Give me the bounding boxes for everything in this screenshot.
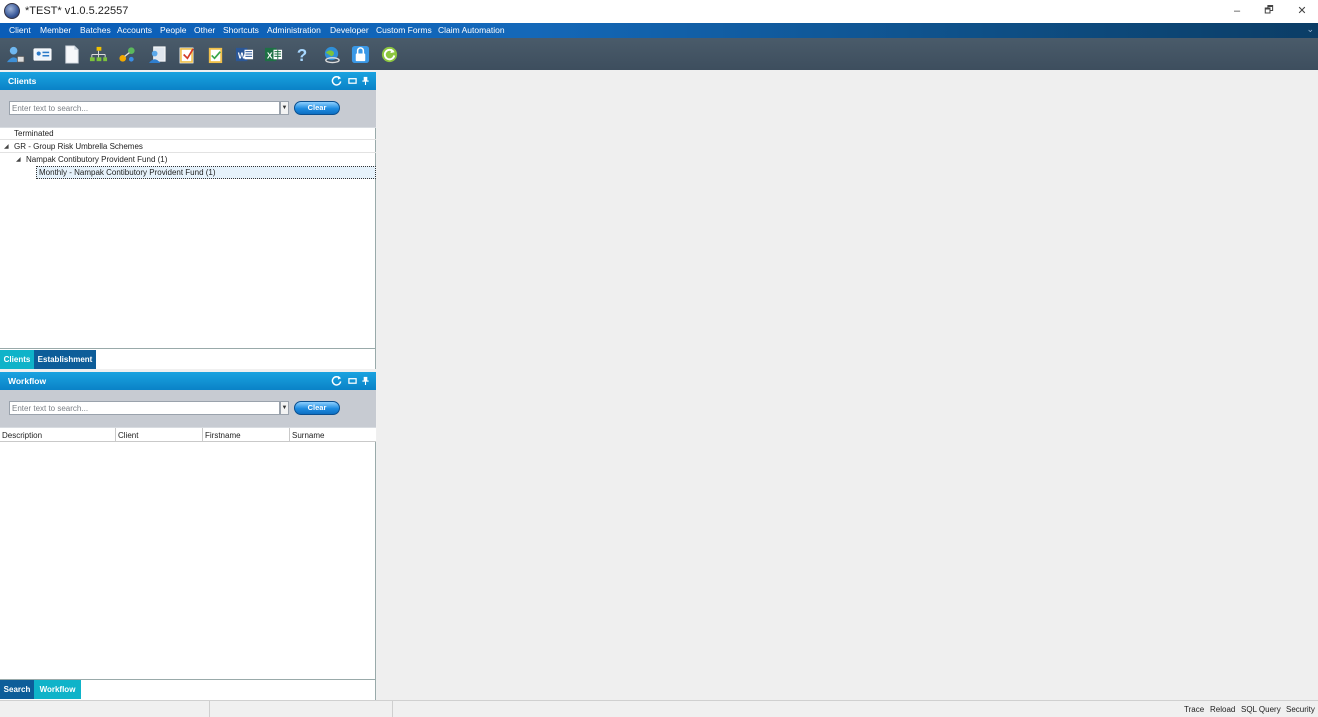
toolbar: W X ?	[0, 38, 1318, 70]
globe-logo-icon	[4, 3, 20, 19]
tab-clients[interactable]: Clients	[0, 350, 34, 369]
divider	[0, 152, 376, 153]
main-content-area	[377, 70, 1318, 700]
tree-item-gr-group-risk[interactable]: GR - Group Risk Umbrella Schemes	[14, 142, 143, 151]
workflow-icon[interactable]	[118, 45, 137, 64]
close-button[interactable]: ✕	[1287, 3, 1317, 19]
status-link-security[interactable]: Security	[1286, 705, 1315, 714]
word-icon[interactable]: W	[235, 45, 254, 64]
workflow-clear-button[interactable]: Clear	[294, 401, 340, 415]
refresh-icon[interactable]	[380, 45, 399, 64]
tab-establishment[interactable]: Establishment	[34, 350, 96, 369]
workflow-column-headers: Description Client Firstname Surname	[0, 427, 376, 442]
pin-icon[interactable]	[361, 76, 370, 85]
window-title: *TEST* v1.0.5.22557	[25, 5, 129, 17]
menu-client[interactable]: Client	[9, 25, 31, 35]
divider	[0, 139, 376, 140]
clients-clear-button[interactable]: Clear	[294, 101, 340, 115]
workflow-panel-header: Workflow	[0, 372, 376, 390]
tree-item-nampak-fund[interactable]: Nampak Contibutory Provident Fund (1)	[26, 155, 167, 164]
status-segment	[0, 701, 210, 717]
restore-button[interactable]: 🗗	[1254, 3, 1284, 19]
clients-tabstrip: Clients Establishment	[0, 350, 376, 369]
lock-icon[interactable]	[351, 45, 370, 64]
divider	[0, 348, 376, 349]
clients-panel-title: Clients	[8, 76, 37, 86]
expand-arrow-icon[interactable]: ◢	[16, 156, 21, 163]
clients-search-input[interactable]: Enter text to search...	[9, 101, 280, 115]
menu-bar: Client Member Batches Accounts People Ot…	[0, 23, 1318, 38]
help-icon[interactable]: ?	[293, 45, 312, 64]
menu-claim-automation[interactable]: Claim Automation	[438, 25, 505, 35]
workflow-tabstrip: Search Workflow	[0, 680, 376, 699]
status-link-sql-query[interactable]: SQL Query	[1241, 705, 1281, 714]
minimize-panel-icon[interactable]	[348, 76, 357, 85]
document-icon[interactable]	[62, 45, 81, 64]
status-link-trace[interactable]: Trace	[1184, 705, 1204, 714]
user-export-icon[interactable]	[148, 45, 167, 64]
clients-search-band: Enter text to search... ▼ Clear	[0, 90, 376, 127]
minimize-panel-icon[interactable]	[348, 376, 357, 385]
workflow-search-input[interactable]: Enter text to search...	[9, 401, 280, 415]
tab-search[interactable]: Search	[0, 680, 34, 699]
column-header-description[interactable]: Description	[0, 428, 116, 442]
chevron-down-icon[interactable]: ▼	[280, 101, 289, 115]
clients-panel: Clients Enter text to search... ▼ Clear …	[0, 72, 376, 369]
menu-member[interactable]: Member	[40, 25, 71, 35]
workflow-panel-title: Workflow	[8, 376, 47, 386]
id-card-icon[interactable]	[33, 45, 52, 64]
menu-batches[interactable]: Batches	[80, 25, 111, 35]
menu-shortcuts[interactable]: Shortcuts	[223, 25, 259, 35]
column-header-firstname[interactable]: Firstname	[203, 428, 290, 442]
chevron-down-icon[interactable]: ⌄	[1306, 24, 1314, 35]
checklist-icon[interactable]	[206, 45, 225, 64]
menu-developer[interactable]: Developer	[330, 25, 369, 35]
status-segment	[210, 701, 393, 717]
org-chart-icon[interactable]	[89, 45, 108, 64]
user-icon[interactable]	[6, 45, 25, 64]
refresh-icon[interactable]	[331, 75, 342, 86]
excel-glyph: X	[267, 50, 273, 60]
word-glyph: W	[238, 50, 247, 60]
column-header-client[interactable]: Client	[116, 428, 203, 442]
column-header-surname[interactable]: Surname	[290, 428, 376, 442]
divider	[0, 127, 376, 128]
title-bar: *TEST* v1.0.5.22557 – 🗗 ✕	[0, 0, 1318, 23]
pin-icon[interactable]	[361, 376, 370, 385]
globe-link-icon[interactable]	[322, 45, 341, 64]
clipboard-icon[interactable]	[177, 45, 196, 64]
minimize-button[interactable]: –	[1222, 3, 1252, 19]
chevron-down-icon[interactable]: ▼	[280, 401, 289, 415]
status-link-reload[interactable]: Reload	[1210, 705, 1235, 714]
tree-item-monthly-nampak[interactable]: Monthly - Nampak Contibutory Provident F…	[39, 168, 216, 177]
tree-item-terminated[interactable]: Terminated	[14, 129, 54, 138]
clients-panel-header: Clients	[0, 72, 376, 90]
excel-icon[interactable]: X	[264, 45, 283, 64]
menu-people[interactable]: People	[160, 25, 186, 35]
refresh-icon[interactable]	[331, 375, 342, 386]
expand-arrow-icon[interactable]: ◢	[4, 143, 9, 150]
status-bar: Trace Reload SQL Query Security	[0, 700, 1318, 717]
tab-workflow[interactable]: Workflow	[34, 680, 81, 699]
menu-administration[interactable]: Administration	[267, 25, 321, 35]
workflow-panel: Workflow Enter text to search... ▼ Clear…	[0, 372, 376, 700]
menu-accounts[interactable]: Accounts	[117, 25, 152, 35]
menu-other[interactable]: Other	[194, 25, 215, 35]
help-glyph: ?	[297, 46, 307, 64]
workflow-search-band: Enter text to search... ▼ Clear	[0, 390, 376, 427]
menu-custom-forms[interactable]: Custom Forms	[376, 25, 432, 35]
